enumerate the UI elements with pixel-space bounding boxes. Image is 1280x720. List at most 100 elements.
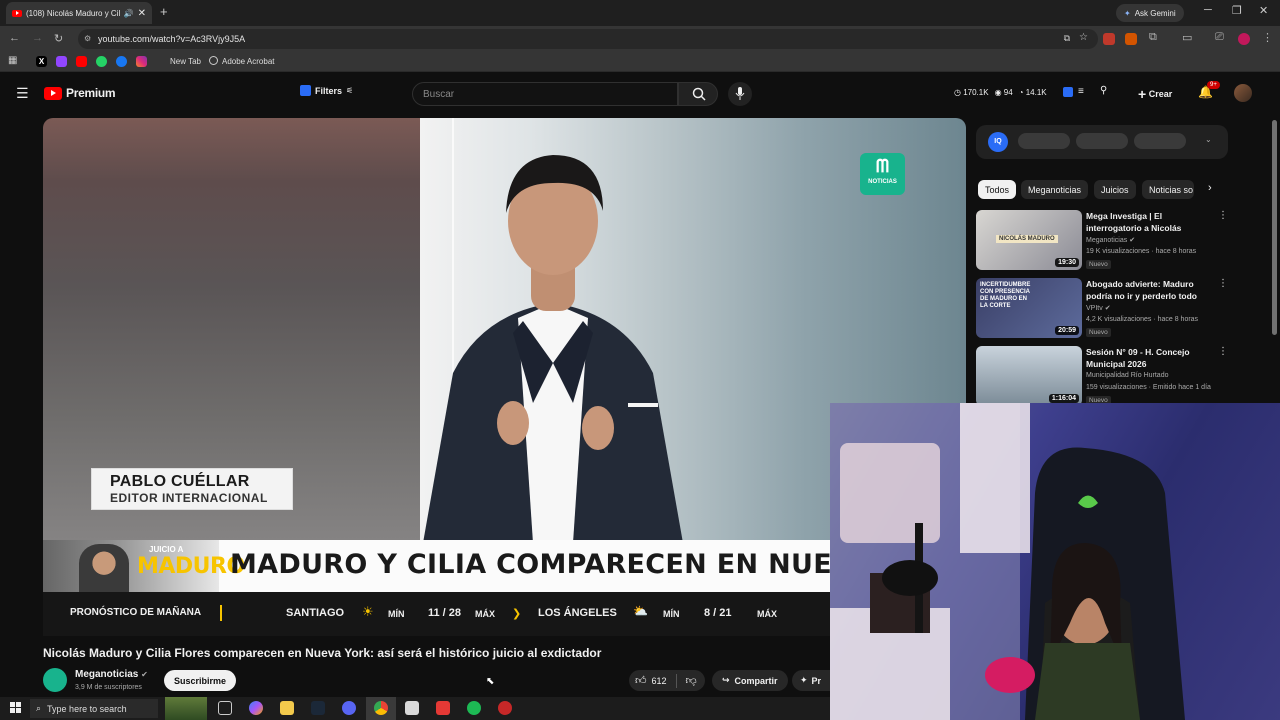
- recommendation-channel[interactable]: VPItv ✔: [1086, 304, 1111, 312]
- minimize-icon[interactable]: ─: [1204, 4, 1212, 16]
- thumbs-up-icon[interactable]: 👍︎: [635, 674, 647, 687]
- filter-extension-icon: [300, 85, 311, 96]
- taskbar-search-input[interactable]: ⌕ Type here to search: [30, 699, 158, 718]
- browser-tab[interactable]: (108) Nicolás Maduro y Cilia 🔊 ✕: [6, 2, 152, 24]
- recommendation-thumbnail[interactable]: INCERTIDUMBRE CON PRESENCIA DE MADURO EN…: [976, 278, 1082, 338]
- list-icon[interactable]: ≡: [1078, 86, 1084, 97]
- more-label: Pr: [811, 675, 822, 686]
- more-options-icon[interactable]: ⋮: [1218, 278, 1228, 289]
- channel-avatar[interactable]: [43, 668, 67, 692]
- subscribe-button[interactable]: Suscribirme: [164, 670, 237, 691]
- whatsapp-icon[interactable]: [96, 56, 107, 67]
- recommendation-thumbnail[interactable]: 1:16:04: [976, 346, 1082, 406]
- bookmark-new-tab[interactable]: New Tab: [170, 57, 201, 66]
- ask-gemini-button[interactable]: ✦ Ask Gemini: [1116, 4, 1184, 22]
- blurred-pill-3[interactable]: [1134, 133, 1186, 149]
- extension-orange-icon[interactable]: [1125, 33, 1137, 45]
- search-icon: ⌕: [36, 703, 42, 713]
- page-scrollbar[interactable]: [1272, 120, 1277, 335]
- obs-icon[interactable]: [498, 701, 512, 715]
- cast-icon[interactable]: ⎚: [1215, 31, 1224, 44]
- url-input[interactable]: ⚙ youtube.com/watch?v=Ac3RVjy9J5A ⧉ ☆: [78, 29, 1098, 49]
- search-input[interactable]: Buscar: [412, 82, 678, 106]
- chrome-menu-icon[interactable]: ⋮: [1262, 31, 1273, 44]
- weather-city-1: SANTIAGO: [286, 607, 345, 619]
- like-count[interactable]: 612: [652, 676, 667, 686]
- apps-grid-icon[interactable]: ▦: [8, 55, 17, 66]
- recommendation-channel[interactable]: Municipalidad Río Hurtado: [1086, 372, 1169, 379]
- recommendation-2[interactable]: INCERTIDUMBRE CON PRESENCIA DE MADURO EN…: [976, 278, 1246, 340]
- back-icon[interactable]: ←: [9, 32, 20, 44]
- bookmark-star-icon[interactable]: ☆: [1079, 32, 1088, 43]
- close-tab-icon[interactable]: ✕: [138, 8, 146, 19]
- filters-button[interactable]: Filters ⚟: [300, 85, 353, 96]
- recommendation-1[interactable]: NICOLÁS MADURO 19:30 Mega Investiga | El…: [976, 210, 1246, 272]
- recommendation-3[interactable]: 1:16:04 Sesión N° 09 - H. Concejo Munici…: [976, 346, 1246, 408]
- install-app-icon[interactable]: ⧉: [1064, 33, 1070, 44]
- hamburger-menu-icon[interactable]: ☰: [16, 85, 29, 102]
- duration-badge: 20:59: [1055, 326, 1079, 335]
- facebook-icon[interactable]: [116, 56, 127, 67]
- recommendation-title[interactable]: Abogado advierte: Maduro podría no ir y …: [1086, 278, 1214, 302]
- twitch-icon[interactable]: [56, 56, 67, 67]
- chip-meganoticias[interactable]: Meganoticias: [1021, 180, 1089, 199]
- instagram-icon[interactable]: [136, 56, 147, 67]
- recommendation-title[interactable]: Mega Investiga | El interrogatorio a Nic…: [1086, 210, 1214, 234]
- recommendation-title[interactable]: Sesión N° 09 - H. Concejo Municipal 2026: [1086, 346, 1214, 370]
- account-avatar[interactable]: [1234, 84, 1252, 102]
- iq-logo-icon[interactable]: IQ: [988, 132, 1008, 152]
- app-red-bolt-icon[interactable]: [436, 701, 450, 715]
- maximize-icon[interactable]: ❐: [1232, 4, 1242, 17]
- task-view-icon[interactable]: [218, 701, 232, 715]
- x-icon[interactable]: X: [36, 56, 47, 67]
- pin-icon[interactable]: ⚲: [1100, 85, 1107, 96]
- new-tab-button[interactable]: +: [160, 4, 168, 19]
- more-options-icon[interactable]: ⋮: [1218, 210, 1228, 221]
- recommendation-channel[interactable]: Meganoticias ✔: [1086, 236, 1135, 244]
- sidebar-panel-icon[interactable]: ▭: [1182, 31, 1192, 44]
- youtube-logo[interactable]: Premium: [44, 86, 116, 100]
- channel-name[interactable]: Meganoticias ✔: [75, 669, 148, 680]
- copilot-icon[interactable]: [249, 701, 263, 715]
- recommendation-thumbnail[interactable]: NICOLÁS MADURO 19:30: [976, 210, 1082, 270]
- search-button[interactable]: [678, 82, 718, 106]
- subscriber-count: 3,9 M de suscriptores: [75, 684, 142, 691]
- iq-extension-icon[interactable]: [1063, 87, 1073, 97]
- headline-text: MADURO Y CILIA COMPARECEN EN NUEVA: [230, 549, 873, 580]
- weather-widget-icon[interactable]: [165, 697, 207, 720]
- create-button[interactable]: + Crear: [1138, 86, 1172, 102]
- speaker-icon[interactable]: 🔊: [124, 9, 134, 18]
- close-window-icon[interactable]: ✕: [1259, 4, 1268, 17]
- discord-icon[interactable]: [342, 701, 356, 715]
- reload-icon[interactable]: ↻: [54, 32, 63, 45]
- chevron-right-icon[interactable]: ›: [1208, 182, 1212, 194]
- chip-todos[interactable]: Todos: [978, 180, 1017, 199]
- chip-noticias[interactable]: Noticias so: [1142, 180, 1194, 199]
- steam-icon[interactable]: [311, 701, 325, 715]
- more-options-icon[interactable]: ⋮: [1218, 346, 1228, 357]
- voice-search-button[interactable]: [728, 82, 752, 106]
- video-player[interactable]: PABLO CUÉLLAR EDITOR INTERNACIONAL ᗰ NOT…: [43, 118, 966, 636]
- chip-juicios[interactable]: Juicios: [1094, 180, 1136, 199]
- bookmark-adobe-acrobat[interactable]: Adobe Acrobat: [222, 57, 274, 66]
- spotify-icon[interactable]: [467, 701, 481, 715]
- chevron-down-icon[interactable]: ⌄: [1205, 135, 1212, 144]
- extension-red-icon[interactable]: [1103, 33, 1115, 45]
- youtube-bookmark-icon[interactable]: [76, 56, 87, 67]
- blurred-pill-2[interactable]: [1076, 133, 1128, 149]
- forward-icon[interactable]: →: [32, 32, 43, 44]
- share-button[interactable]: ↪ Compartir: [712, 670, 788, 691]
- file-explorer-icon[interactable]: [280, 701, 294, 715]
- extensions-puzzle-icon[interactable]: ⧉: [1149, 31, 1157, 44]
- blurred-pill-1[interactable]: [1018, 133, 1070, 149]
- thumbs-down-icon[interactable]: 👎︎: [686, 674, 697, 687]
- site-info-icon[interactable]: ⚙: [84, 34, 91, 43]
- more-actions-button[interactable]: ✦ Pr: [792, 670, 830, 691]
- profile-avatar[interactable]: [1238, 33, 1250, 45]
- windows-start-icon[interactable]: [10, 702, 21, 713]
- sliders-icon: ⚟: [346, 86, 354, 95]
- create-label: Crear: [1148, 89, 1173, 99]
- new-badge: Nuevo: [1086, 328, 1111, 337]
- notepad-icon[interactable]: [405, 701, 419, 715]
- chrome-icon[interactable]: [374, 701, 388, 715]
